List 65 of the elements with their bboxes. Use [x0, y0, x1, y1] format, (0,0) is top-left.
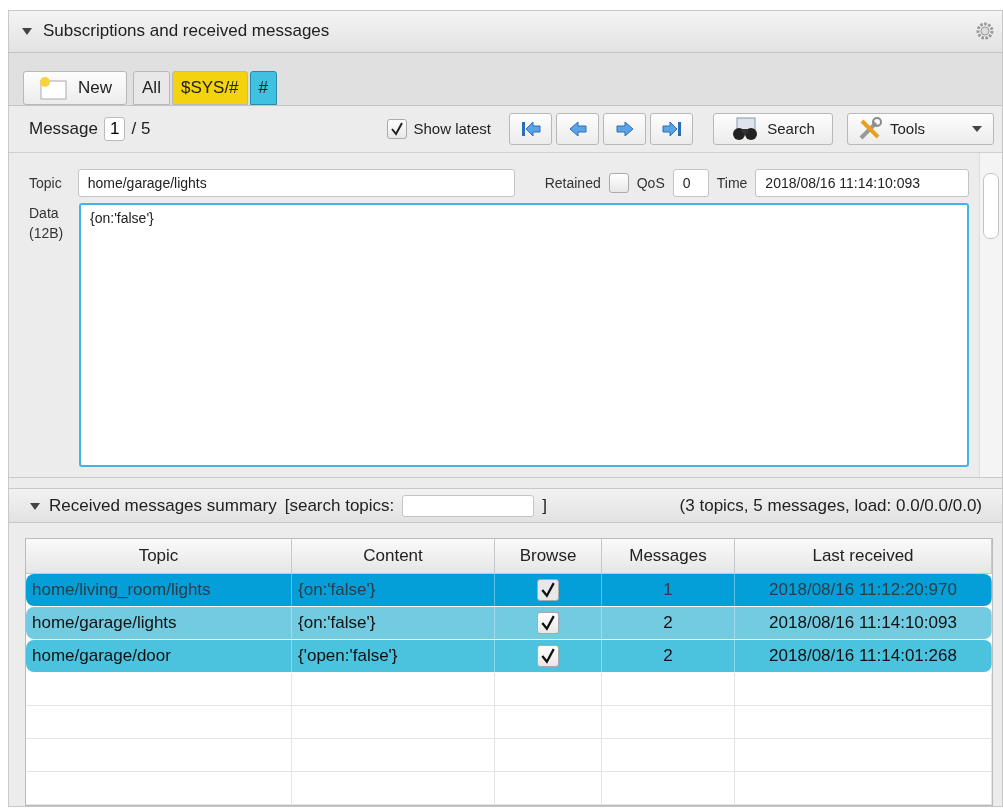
search-button[interactable]: Search	[713, 112, 833, 145]
last-message-button[interactable]	[650, 112, 693, 145]
binoculars-icon	[731, 116, 760, 141]
qos-field[interactable]: 0	[672, 169, 709, 198]
show-latest-checkbox[interactable]	[387, 118, 408, 139]
first-message-button[interactable]	[509, 112, 552, 145]
retained-label: Retained	[544, 175, 601, 192]
show-latest-label: Show latest	[413, 120, 491, 138]
column-header[interactable]: Topic	[26, 539, 292, 574]
right-arrow-icon	[613, 120, 636, 137]
vertical-scrollbar[interactable]	[979, 153, 1002, 478]
table-row[interactable]: home/living_room/lights {on:'false'} 1 2018/08/16 11:12:20:970	[26, 574, 992, 606]
new-button[interactable]: New	[23, 70, 127, 105]
table-cell: 2	[602, 640, 735, 672]
subscription-tab[interactable]: All	[133, 70, 170, 105]
search-topics-field[interactable]	[402, 494, 535, 517]
browse-checkbox[interactable]	[537, 579, 559, 601]
collapse-triangle-icon[interactable]	[29, 500, 41, 511]
next-message-button[interactable]	[603, 112, 646, 145]
subscription-tab[interactable]: #	[249, 70, 278, 105]
table-cell: home/garage/door	[26, 640, 292, 672]
column-header[interactable]: Messages	[602, 539, 735, 574]
column-header[interactable]: Last received	[735, 539, 992, 574]
table-cell: 1	[602, 574, 735, 606]
browse-checkbox[interactable]	[537, 645, 559, 667]
retained-checkbox[interactable]	[608, 173, 629, 194]
collapse-triangle-icon[interactable]	[21, 26, 33, 37]
table-cell: 2018/08/16 11:12:20:970	[735, 574, 992, 606]
tools-icon	[858, 116, 882, 141]
table-cell: 2	[602, 607, 735, 639]
search-topics-bracket: ]	[542, 495, 548, 516]
table-cell: {on:'false'}	[292, 574, 495, 606]
new-document-icon	[38, 75, 68, 100]
search-topics-label: [search topics:	[284, 495, 395, 516]
subscription-tab[interactable]: $SYS/#	[171, 70, 248, 105]
table-cell: {'open:'false'}	[292, 640, 495, 672]
table-cell: 2018/08/16 11:14:01:268	[735, 640, 992, 672]
summary-stats: (3 topics, 5 messages, load: 0.0/0.0/0.0)	[679, 495, 982, 516]
message-index-field[interactable]: 1	[104, 116, 126, 141]
table-row[interactable]: home/garage/door {'open:'false'} 2 2018/08/16 11:14:01:268	[26, 640, 992, 672]
panel-title: Subscriptions and received messages	[43, 21, 330, 42]
message-total: / 5	[131, 118, 151, 139]
column-header[interactable]: Content	[292, 539, 495, 574]
data-size-label: (12B)	[29, 225, 65, 242]
column-header[interactable]: Browse	[495, 539, 602, 574]
tools-button[interactable]: Tools	[847, 112, 994, 145]
time-label: Time	[716, 175, 748, 192]
browse-checkbox[interactable]	[537, 612, 559, 634]
summary-title: Received messages summary	[49, 495, 277, 516]
table-cell: 2018/08/16 11:14:10:093	[735, 607, 992, 639]
table-cell: {on:'false'}	[292, 607, 495, 639]
previous-message-button[interactable]	[556, 112, 599, 145]
time-field[interactable]: 2018/08/16 11:14:10:093	[755, 169, 970, 198]
topic-label: Topic	[29, 175, 62, 192]
table-cell: home/living_room/lights	[26, 574, 292, 606]
data-label: Data	[29, 205, 60, 222]
table-row[interactable]: home/garage/lights {on:'false'} 2 2018/08/16 11:14:10:093	[26, 607, 992, 639]
data-text-area[interactable]: {on:'false'}	[79, 203, 970, 468]
message-label: Message	[29, 118, 98, 139]
dropdown-caret-icon	[971, 124, 983, 133]
first-arrow-icon	[519, 120, 542, 137]
topic-field[interactable]: home/garage/lights	[77, 169, 515, 198]
last-arrow-icon	[660, 120, 683, 137]
table-cell: home/garage/lights	[26, 607, 292, 639]
qos-label: QoS	[636, 175, 665, 192]
